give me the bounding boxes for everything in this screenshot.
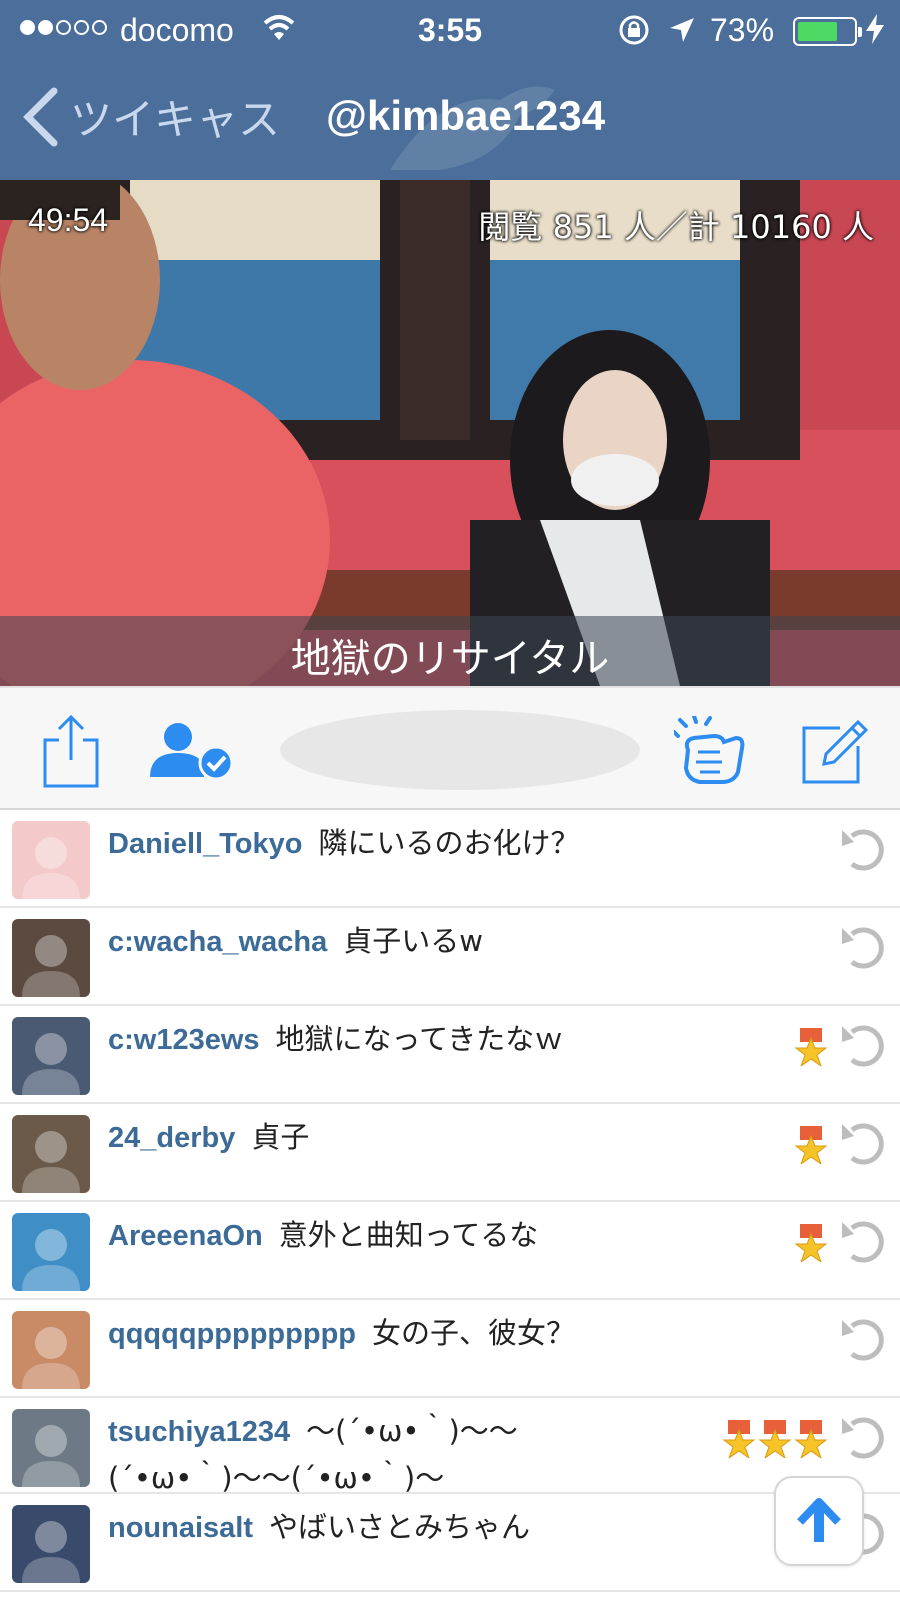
comment-username[interactable]: AreeenaOn xyxy=(108,1220,263,1252)
location-arrow-icon xyxy=(670,18,694,42)
comment-row[interactable]: Daniell_Tokyo 隣にいるのお化け？ xyxy=(0,810,900,908)
medal-badges xyxy=(722,1420,828,1458)
elapsed-time: 49:54 xyxy=(28,202,109,238)
comment-username[interactable]: Daniell_Tokyo xyxy=(108,828,302,860)
user-avatar[interactable] xyxy=(12,1213,90,1291)
share-button[interactable] xyxy=(34,714,108,788)
user-avatar[interactable] xyxy=(12,1311,90,1389)
battery-percent: 73% xyxy=(710,12,775,48)
chevron-left-icon xyxy=(23,87,58,146)
comment-row[interactable]: qqqqqppppppppp 女の子、彼女？ xyxy=(0,1300,900,1398)
comment-text: 隣にいるのお化け？ xyxy=(318,826,580,860)
reply-icon[interactable] xyxy=(838,1314,888,1364)
status-bar: docomo 3:55 73% xyxy=(0,0,900,62)
user-avatar[interactable] xyxy=(12,1505,90,1583)
top-bar: docomo 3:55 73% ツイキャス @kimbae1234 xyxy=(0,0,900,180)
star-medal-icon xyxy=(722,1420,756,1458)
back-label: ツイキャス xyxy=(70,95,281,144)
comment-username[interactable]: c:w123ews xyxy=(108,1024,260,1056)
share-icon xyxy=(43,714,99,788)
battery-icon xyxy=(793,17,862,46)
user-avatar[interactable] xyxy=(12,1409,90,1487)
navigation-bar: ツイキャス @kimbae1234 xyxy=(0,62,900,180)
star-medal-icon xyxy=(794,1420,828,1458)
rotation-lock-icon xyxy=(619,15,649,45)
comment-username[interactable]: qqqqqppppppppp xyxy=(108,1318,356,1350)
comment-row[interactable]: c:w123ews 地獄になってきたなｗ xyxy=(0,1006,900,1104)
comment-row[interactable]: tsuchiya1234 ～(´•ω•｀)～～(´•ω•｀)～～(´•ω•｀)～ xyxy=(0,1398,900,1495)
comment-text: 貞子いるw xyxy=(343,924,483,958)
comment-body: AreeenaOn 意外と曲知ってるな xyxy=(108,1212,644,1259)
comment-username[interactable]: 24_derby xyxy=(108,1122,235,1154)
twitcasting-bird-watermark-icon xyxy=(280,710,640,790)
medal-badges xyxy=(794,1126,828,1164)
comment-body: 24_derby 貞子 xyxy=(108,1114,644,1161)
star-medal-icon xyxy=(794,1028,828,1066)
comment-text: 地獄になってきたなｗ xyxy=(275,1022,564,1056)
comment-row[interactable]: AreeenaOn 意外と曲知ってるな xyxy=(0,1202,900,1300)
comment-row[interactable]: 24_derby 貞子 xyxy=(0,1104,900,1202)
comment-text: やばいさとみちゃん xyxy=(269,1510,531,1544)
back-button[interactable]: ツイキャス xyxy=(22,86,280,147)
reply-icon[interactable] xyxy=(838,1412,888,1462)
clap-button[interactable] xyxy=(674,714,748,788)
follow-button[interactable] xyxy=(148,714,238,788)
user-avatar[interactable] xyxy=(12,1017,90,1095)
comment-body: c:w123ews 地獄になってきたなｗ xyxy=(108,1016,644,1063)
clap-icon xyxy=(674,716,745,784)
compose-comment-button[interactable] xyxy=(798,714,872,788)
reply-icon[interactable] xyxy=(838,1216,888,1266)
comment-text: 意外と曲知ってるな xyxy=(278,1218,539,1252)
comment-row[interactable]: c:wacha_wacha 貞子いるw xyxy=(0,908,900,1006)
user-avatar[interactable] xyxy=(12,821,90,899)
reply-icon[interactable] xyxy=(838,1020,888,1070)
broadcast-title: 地獄のリサイタル xyxy=(290,636,610,682)
comment-text: 貞子 xyxy=(251,1120,310,1154)
user-avatar[interactable] xyxy=(12,1115,90,1193)
comment-username[interactable]: tsuchiya1234 xyxy=(108,1416,290,1448)
comment-list[interactable]: Daniell_Tokyo 隣にいるのお化け？ c:wacha_wacha 貞子いるw… xyxy=(0,810,900,1592)
star-medal-icon xyxy=(794,1224,828,1262)
comment-username[interactable]: c:wacha_wacha xyxy=(108,926,327,958)
star-medal-icon xyxy=(794,1126,828,1164)
comment-username[interactable]: nounaisalt xyxy=(108,1512,253,1544)
comment-body: nounaisalt やばいさとみちゃん xyxy=(108,1504,700,1551)
page-title: @kimbae1234 xyxy=(326,92,606,139)
comment-row[interactable]: nounaisalt やばいさとみちゃん xyxy=(0,1494,900,1592)
viewer-count: 閲覧 851 人／計 10160 人 xyxy=(478,208,874,246)
action-toolbar xyxy=(0,686,900,810)
video-frame xyxy=(0,180,900,686)
comment-body: tsuchiya1234 ～(´•ω•｀)～～(´•ω•｀)～～(´•ω•｀)～ xyxy=(108,1408,572,1501)
medal-badges xyxy=(794,1028,828,1066)
arrow-up-icon xyxy=(797,1498,841,1542)
scroll-to-top-button[interactable] xyxy=(774,1476,864,1566)
reply-icon[interactable] xyxy=(838,824,888,874)
compose-icon xyxy=(802,719,869,784)
reply-icon[interactable] xyxy=(838,922,888,972)
comment-body: qqqqqppppppppp 女の子、彼女？ xyxy=(108,1310,700,1357)
reply-icon[interactable] xyxy=(838,1118,888,1168)
comment-text: 女の子、彼女？ xyxy=(372,1316,576,1350)
user-avatar[interactable] xyxy=(12,919,90,997)
medal-badges xyxy=(794,1224,828,1262)
user-check-icon xyxy=(150,723,234,781)
comment-body: c:wacha_wacha 貞子いるw xyxy=(108,918,700,965)
live-video-player[interactable]: 49:54 閲覧 851 人／計 10160 人 地獄のリサイタル xyxy=(0,180,900,686)
charging-bolt-icon xyxy=(866,14,884,44)
comment-body: Daniell_Tokyo 隣にいるのお化け？ xyxy=(108,820,700,867)
star-medal-icon xyxy=(758,1420,792,1458)
